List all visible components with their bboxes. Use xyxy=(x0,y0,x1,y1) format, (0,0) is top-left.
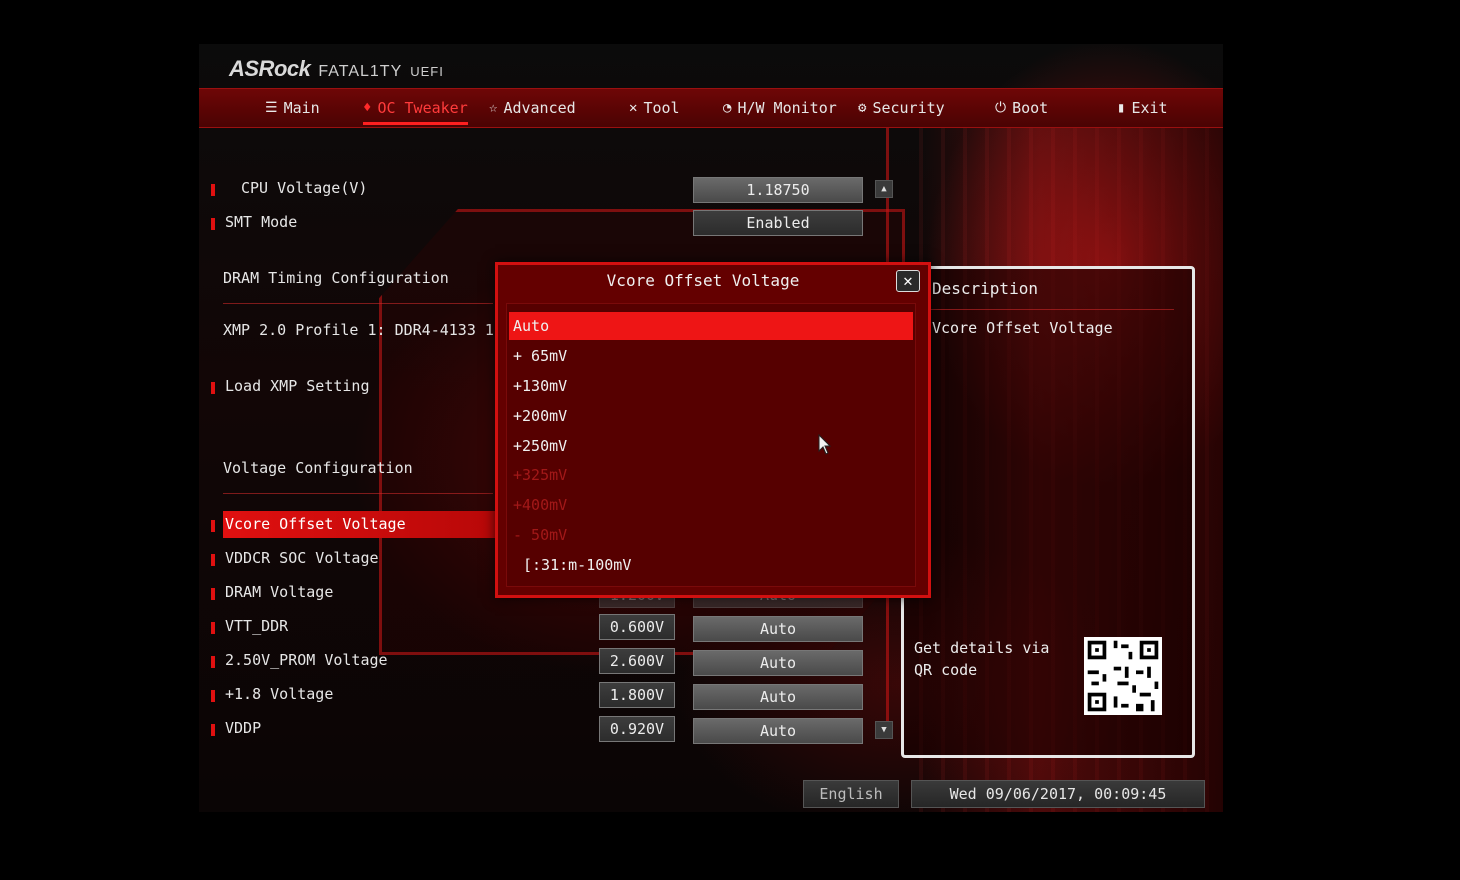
option-list: Auto + 65mV +130mV +200mV +250mV +325mV … xyxy=(506,303,916,587)
tab-advanced[interactable]: ☆ Advanced xyxy=(489,89,576,127)
item-marker xyxy=(211,622,215,634)
wrench-icon: ✕ xyxy=(629,100,638,116)
vtt-ddr-dropdown[interactable]: Auto xyxy=(693,616,863,642)
tab-label: Security xyxy=(872,99,945,117)
star-icon: ☆ xyxy=(489,100,498,116)
item-marker xyxy=(211,184,215,196)
scroll-down-button[interactable]: ▼ xyxy=(875,721,893,739)
option-130mv[interactable]: +130mV xyxy=(509,372,913,400)
vtt-ddr-value[interactable]: 0.600V xyxy=(599,614,675,640)
asrock-logo: ASRock FATAL1TY UEFI xyxy=(229,56,444,84)
smt-mode-dropdown[interactable]: Enabled xyxy=(693,210,863,236)
list-icon: ☰ xyxy=(265,100,278,116)
tab-hw-monitor[interactable]: ◔ H/W Monitor xyxy=(723,89,837,127)
tab-label: Tool xyxy=(643,99,680,117)
section-divider xyxy=(223,303,493,304)
dram-timing-config-link[interactable]: DRAM Timing Configuration xyxy=(223,269,449,287)
option-minus-100mv[interactable]: [:31:m-100mV xyxy=(509,551,923,579)
option-250mv[interactable]: +250mV xyxy=(509,432,913,460)
logo-brand: ASRock xyxy=(229,56,311,81)
tab-label: H/W Monitor xyxy=(737,99,837,117)
vtt-ddr-label[interactable]: VTT_DDR xyxy=(225,617,288,635)
vddp-value[interactable]: 0.920V xyxy=(599,716,675,742)
mouse-cursor-icon xyxy=(818,434,832,455)
v18-voltage-label[interactable]: +1.8 Voltage xyxy=(225,685,333,703)
tab-main[interactable]: ☰ Main xyxy=(265,89,320,127)
vcore-offset-popup: Vcore Offset Voltage ✕ Auto + 65mV +130m… xyxy=(495,262,931,598)
tab-oc-tweaker[interactable]: ♦ OC Tweaker xyxy=(363,89,468,127)
description-text: Vcore Offset Voltage xyxy=(932,319,1113,337)
voltage-configuration-heading: Voltage Configuration xyxy=(223,459,413,477)
item-marker xyxy=(211,588,215,600)
flame-icon: ♦ xyxy=(363,100,372,116)
power-icon: ⏻ xyxy=(995,100,1007,116)
gauge-icon: ◔ xyxy=(723,100,732,116)
section-divider xyxy=(223,493,493,494)
vddcr-soc-voltage-label[interactable]: VDDCR SOC Voltage xyxy=(225,549,379,567)
logo-series: FATAL1TY xyxy=(318,63,403,80)
description-panel: Description Vcore Offset Voltage Get det… xyxy=(901,266,1195,758)
item-marker xyxy=(211,218,215,230)
prom-voltage-dropdown[interactable]: Auto xyxy=(693,650,863,676)
dram-voltage-label[interactable]: DRAM Voltage xyxy=(225,583,333,601)
tab-label: Boot xyxy=(1012,99,1049,117)
qr-code-image xyxy=(1084,637,1162,715)
vddp-label[interactable]: VDDP xyxy=(225,719,261,737)
tab-label: Exit xyxy=(1131,99,1168,117)
option-auto[interactable]: Auto xyxy=(509,312,913,340)
item-marker xyxy=(211,382,215,394)
cpu-voltage-label[interactable]: CPU Voltage(V) xyxy=(241,179,367,197)
item-marker xyxy=(211,656,215,668)
logo-uefi: UEFI xyxy=(410,64,444,79)
item-marker xyxy=(211,520,215,532)
datetime-display: Wed 09/06/2017, 00:09:45 xyxy=(911,780,1205,808)
tab-boot[interactable]: ⏻ Boot xyxy=(995,89,1048,127)
main-nav: ☰ Main ♦ OC Tweaker ☆ Advanced ✕ Tool ◔ … xyxy=(199,88,1223,128)
option-325mv[interactable]: +325mV xyxy=(509,461,913,489)
smt-mode-label[interactable]: SMT Mode xyxy=(225,213,297,231)
v18-voltage-dropdown[interactable]: Auto xyxy=(693,684,863,710)
v18-voltage-value[interactable]: 1.800V xyxy=(599,682,675,708)
tab-tool[interactable]: ✕ Tool xyxy=(629,89,680,127)
tab-security[interactable]: ⚙ Security xyxy=(858,89,945,127)
vcore-offset-voltage-label[interactable]: Vcore Offset Voltage xyxy=(225,515,406,533)
exit-icon: ▮ xyxy=(1117,100,1126,116)
tab-exit[interactable]: ▮ Exit xyxy=(1117,89,1168,127)
option-minus-50mv[interactable]: - 50mV xyxy=(509,521,913,549)
tab-label: Main xyxy=(283,99,320,117)
vddp-dropdown[interactable]: Auto xyxy=(693,718,863,744)
qr-caption: Get details via QR code xyxy=(914,639,1050,679)
prom-voltage-label[interactable]: 2.50V_PROM Voltage xyxy=(225,651,388,669)
item-marker xyxy=(211,690,215,702)
language-button[interactable]: English xyxy=(803,780,899,808)
description-title: Description xyxy=(932,279,1038,298)
bios-screen: ASRock FATAL1TY UEFI ☰ Main ♦ OC Tweaker… xyxy=(199,44,1223,812)
popup-title: Vcore Offset Voltage xyxy=(606,271,800,290)
tab-label: Advanced xyxy=(503,99,576,117)
tab-label: OC Tweaker xyxy=(377,99,468,117)
item-marker xyxy=(211,724,215,736)
load-xmp-setting-label[interactable]: Load XMP Setting xyxy=(225,377,370,395)
item-marker xyxy=(211,554,215,566)
xmp-profile-text: XMP 2.0 Profile 1: DDR4-4133 19-19 xyxy=(223,321,493,339)
close-icon[interactable]: ✕ xyxy=(896,270,920,292)
shield-icon: ⚙ xyxy=(858,100,867,116)
cpu-voltage-field[interactable]: 1.18750 xyxy=(693,177,863,203)
option-200mv[interactable]: +200mV xyxy=(509,402,913,430)
scroll-up-button[interactable]: ▲ xyxy=(875,180,893,198)
option-65mv[interactable]: + 65mV xyxy=(509,342,913,370)
description-divider xyxy=(924,309,1174,310)
prom-voltage-value[interactable]: 2.600V xyxy=(599,648,675,674)
option-400mv[interactable]: +400mV xyxy=(509,491,913,519)
